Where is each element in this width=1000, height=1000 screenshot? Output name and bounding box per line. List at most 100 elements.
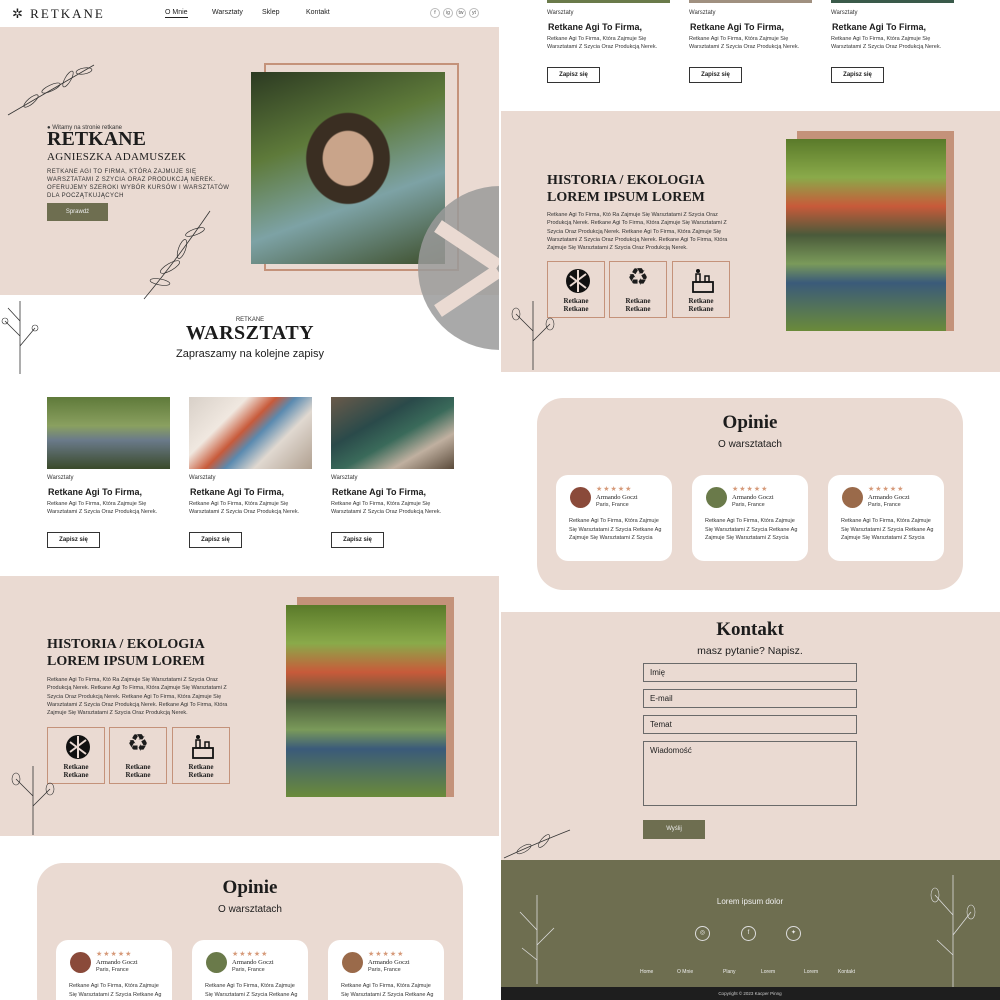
footer-link-lorem[interactable]: Lorem [761,969,775,975]
feature-label-line: Retkane [125,771,151,779]
avatar [70,952,91,973]
twitter-icon[interactable]: tw [456,8,466,18]
card-category: Warsztaty [831,10,858,16]
signup-button[interactable]: Zapisz się [689,67,742,83]
history-body: Retkane Agi To Firma, Któ Ra Zajmuje Się… [547,212,728,252]
reviewer-name: Armando Goczi [868,494,910,501]
feature-label-line: Retkane [688,297,714,305]
card-title: Retkane Agi To Firma, [832,22,927,32]
message-field[interactable]: Wiadomość [643,741,857,806]
hero-name: AGNIESZKA ADAMUSZEK [47,151,187,163]
wildflower-icon [519,895,555,984]
nav-link-o-mnie[interactable]: O Mnie [165,9,188,18]
facebook-icon[interactable]: f [430,8,440,18]
workshop-card-image[interactable] [189,397,312,469]
feature-label-line: Retkane [625,297,651,305]
signup-button[interactable]: Zapisz się [331,532,384,548]
feature-label-line: Retkane [188,763,214,771]
signup-button[interactable]: Zapisz się [47,532,100,548]
feature-label-line: Retkane [563,297,589,305]
wildflower-icon [11,766,55,835]
workshop-card-image[interactable] [689,0,812,3]
nav-link-sklep[interactable]: Sklep [262,9,280,16]
card-category: Warsztaty [47,475,74,481]
workshop-card-image[interactable] [547,0,670,3]
footer-link-kontakt[interactable]: Kontakt [838,969,855,975]
workshop-card-image[interactable] [331,397,454,469]
send-button[interactable]: Wyślij [643,820,705,839]
rating-stars: ★★★★★ [732,486,769,493]
subject-field[interactable]: Temat [643,715,857,734]
reviews-panel: Opinie O warsztatach ★★★★★ Armando Goczi… [537,398,963,590]
nav-link-warsztaty[interactable]: Warsztaty [212,9,243,16]
signup-button[interactable]: Zapisz się [547,67,600,83]
feature-box: ♻ Retkane Retkane [109,727,167,784]
feature-label: Retkane Retkane [110,763,166,779]
card-body: Retkane Agi To Firma, Która Zajmuje Się … [831,36,942,50]
footer-link-o-mnie[interactable]: O Mnie [677,969,693,975]
email-field[interactable]: E-mail [643,689,857,708]
workshop-group-photo [286,605,446,797]
weave-pattern-icon [566,269,590,293]
reviews-subtitle: O warsztatach [218,904,282,915]
card-body: Retkane Agi To Firma, Która Zajmuje Się … [689,36,800,50]
review-card: ★★★★★ Armando Goczi Paris, France Retkan… [56,940,172,1000]
signup-button[interactable]: Zapisz się [189,532,242,548]
card-body: Retkane Agi To Firma, Która Zajmuje Się … [547,36,658,50]
instagram-icon[interactable]: ◎ [695,926,710,941]
feature-label-line: Retkane [188,771,214,779]
hero-check-button[interactable]: Sprawdź [47,203,108,221]
reviewer-name: Armando Goczi [232,959,274,966]
review-text: Retkane Agi To Firma, Która Zajmuje Się … [341,983,434,998]
review-card: ★★★★★ Armando Goczi Paris, France Retkan… [828,475,944,561]
card-title: Retkane Agi To Firma, [48,487,143,497]
weave-pattern-icon [66,735,90,759]
youtube-icon[interactable]: yt [469,8,479,18]
feature-label-line: Retkane [563,305,589,313]
watermark-logo-icon [418,186,500,350]
card-title: Retkane Agi To Firma, [690,22,785,32]
footer-link-lorem[interactable]: Lorem [804,969,818,975]
feature-label-line: Retkane [625,305,651,313]
footer-link-home[interactable]: Home [640,969,653,975]
name-field[interactable]: Imię [643,663,857,682]
history-title-line: LOREM IPSUM LOREM [547,190,705,205]
card-category: Warsztaty [189,475,216,481]
history-title: HISTORIA / EKOLOGIA LOREM IPSUM LOREM [47,636,205,670]
card-title: Retkane Agi To Firma, [332,487,427,497]
card-title: Retkane Agi To Firma, [548,22,643,32]
signup-button[interactable]: Zapisz się [831,67,884,83]
history-section: HISTORIA / EKOLOGIA LOREM IPSUM LOREM Ret… [0,576,500,836]
top-navbar: ✲ RETKANE O Mnie Warsztaty Sklep Kontakt… [0,0,500,27]
reviewer-name: Armando Goczi [596,494,638,501]
logo[interactable]: ✲ RETKANE [12,6,105,22]
twitter-icon[interactable]: ✦ [786,926,801,941]
reviews-title: Opinie [722,412,778,433]
review-text: Retkane Agi To Firma, Która Zajmuje Się … [205,983,298,998]
hero-description: RETKANE AGI TO FIRMA, KTÓRA ZAJMUJE SIĘ … [47,169,230,199]
instagram-icon[interactable]: ig [443,8,453,18]
footer-link-plany[interactable]: Plany [723,969,736,975]
avatar [342,952,363,973]
card-category: Warsztaty [689,10,716,16]
history-title-line: HISTORIA / EKOLOGIA [547,173,705,188]
history-section: HISTORIA / EKOLOGIA LOREM IPSUM LOREM Ret… [500,111,1000,372]
review-card: ★★★★★ Armando Goczi Paris, France Retkan… [692,475,808,561]
facebook-icon[interactable]: f [741,926,756,941]
review-text: Retkane Agi To Firma, Która Zajmuje Się … [69,983,162,998]
nav-link-kontakt[interactable]: Kontakt [306,9,330,16]
reviews-subtitle: O warsztatach [718,439,782,450]
reviewer-name: Armando Goczi [96,959,138,966]
review-card: ★★★★★ Armando Goczi Paris, France Retkan… [192,940,308,1000]
reviews-panel: Opinie O warsztatach ★★★★★ Armando Goczi… [37,863,463,1000]
factory-icon [192,735,214,759]
rating-stars: ★★★★★ [232,951,269,958]
history-title: HISTORIA / EKOLOGIA LOREM IPSUM LOREM [547,172,705,206]
footer: Lorem ipsum dolor ◎ f ✦ [500,860,1000,1000]
review-text: Retkane Agi To Firma, Która Zajmuje Się … [841,518,934,541]
workshop-card-image[interactable] [831,0,954,3]
workshop-card-image[interactable] [47,397,170,469]
avatar [706,487,727,508]
rating-stars: ★★★★★ [596,486,633,493]
contact-subtitle: masz pytanie? Napisz. [697,645,803,657]
